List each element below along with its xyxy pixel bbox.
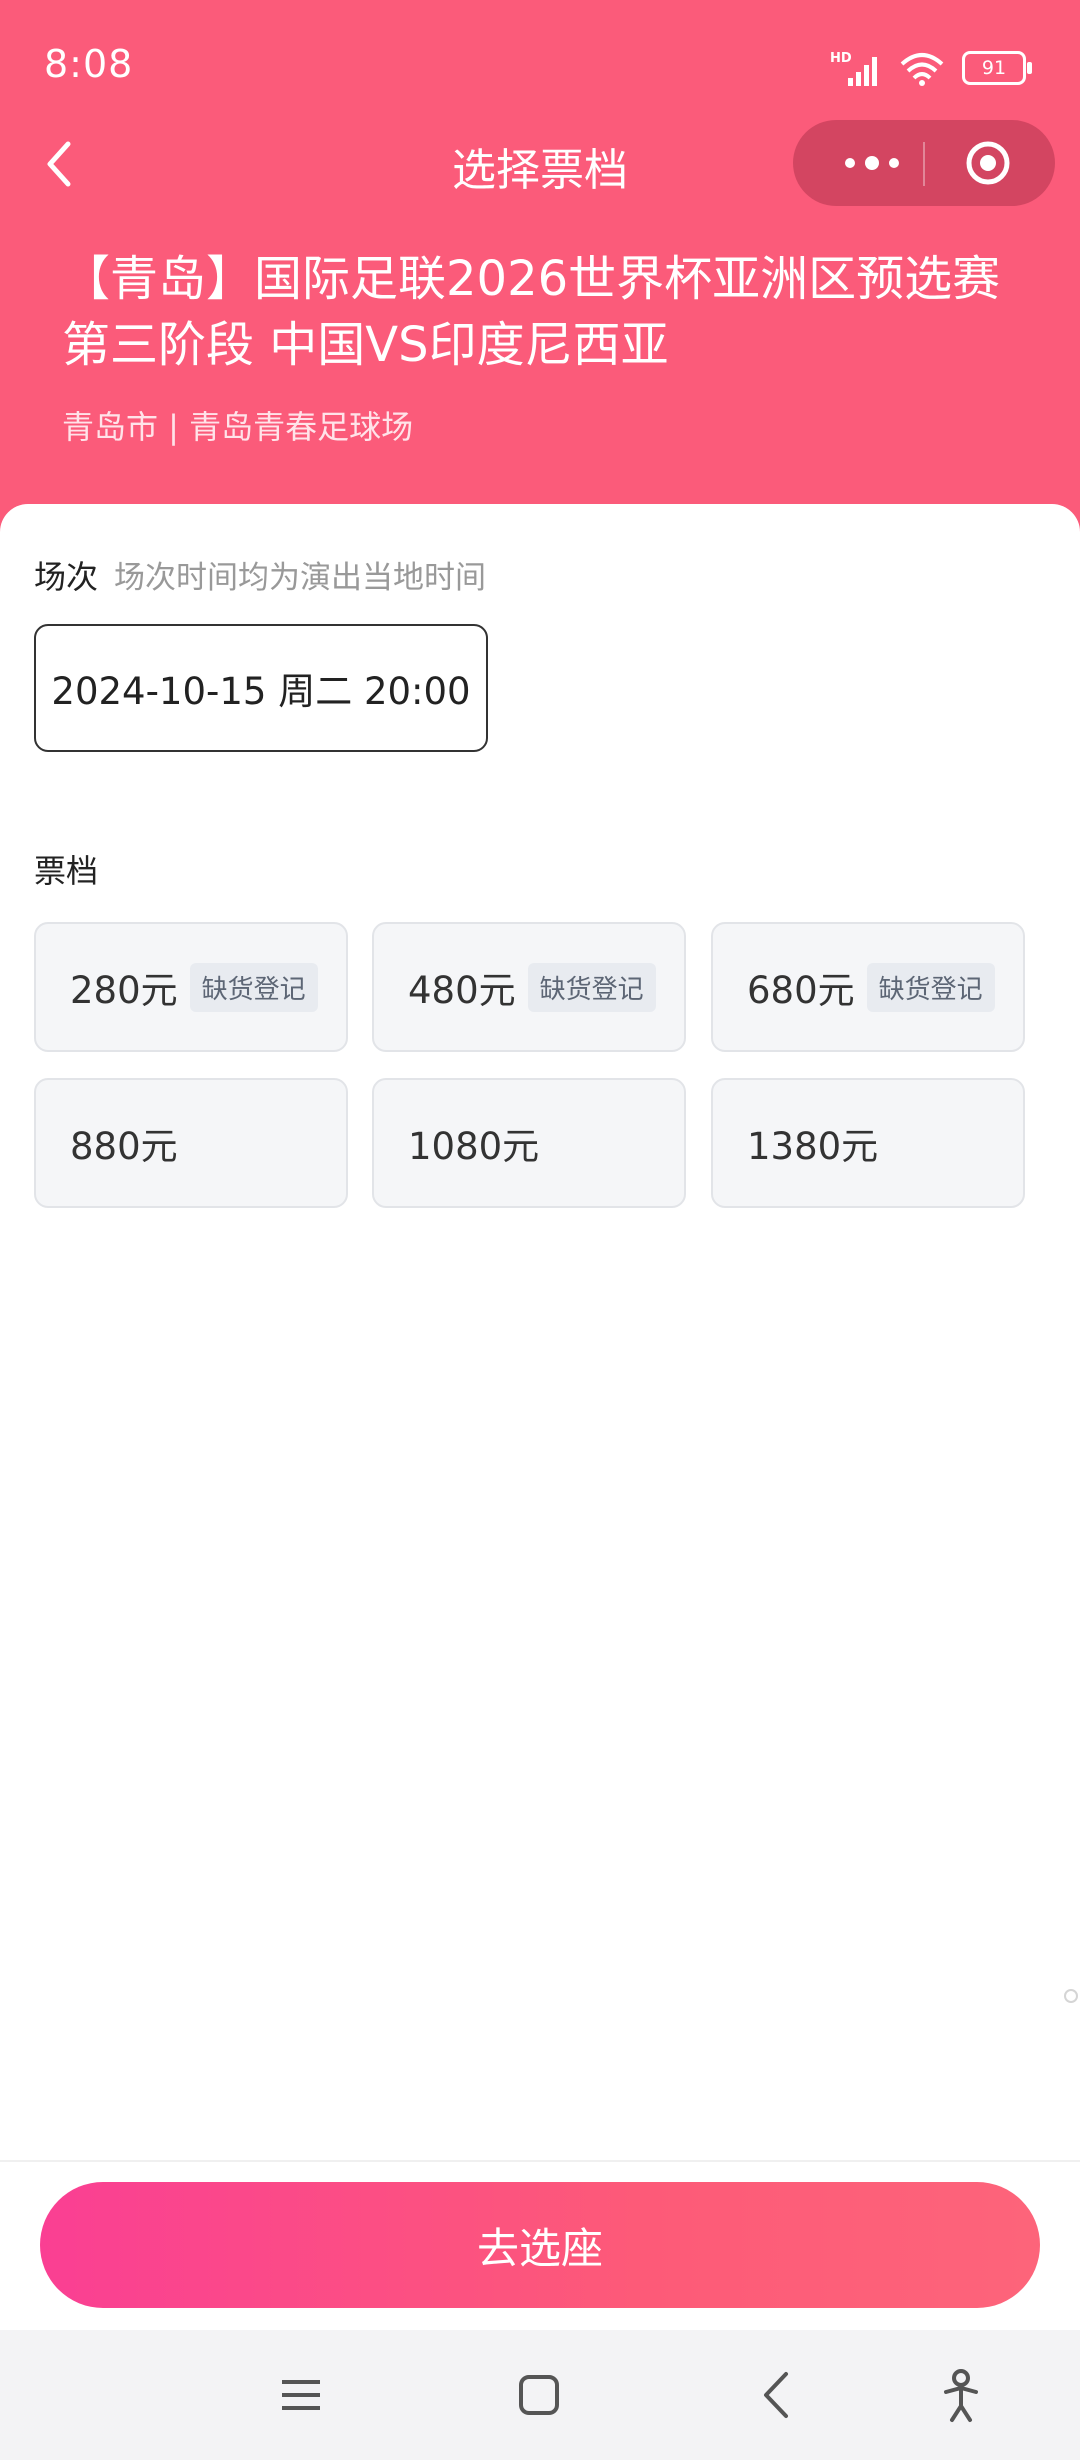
- back-nav-icon[interactable]: [742, 2360, 812, 2430]
- tier-price: 480元: [408, 969, 516, 1012]
- menu-icon[interactable]: [266, 2360, 336, 2430]
- home-icon[interactable]: [504, 2360, 574, 2430]
- tier-price: 880元: [70, 1125, 178, 1168]
- event-title: 【青岛】国际足联2026世界杯亚洲区预选赛第三阶段 中国VS印度尼西亚: [62, 251, 1001, 373]
- select-seat-button[interactable]: 去选座: [40, 2182, 1040, 2308]
- system-nav-bar: [0, 2330, 1080, 2460]
- event-venue: 青岛市 | 青岛青春足球场: [62, 408, 414, 446]
- sold-out-badge: 缺货登记: [866, 962, 995, 1012]
- status-icons: HD 91: [830, 48, 1032, 88]
- tier-price: 1080元: [408, 1125, 540, 1168]
- network-label: HD: [830, 51, 852, 66]
- sold-out-badge: 缺货登记: [527, 962, 656, 1012]
- capsule-divider: [923, 142, 925, 186]
- wifi-icon: [900, 53, 944, 86]
- status-time: 8:08: [44, 42, 134, 86]
- more-icon[interactable]: [827, 120, 917, 206]
- tier-option[interactable]: 280元 缺货登记: [34, 922, 348, 1052]
- signal-icon: HD: [830, 51, 877, 86]
- close-miniprogram-icon[interactable]: [965, 140, 1011, 186]
- accessibility-icon[interactable]: [926, 2360, 996, 2430]
- tier-section-label: 票档: [34, 852, 99, 890]
- scroll-indicator: [1064, 1989, 1078, 2003]
- sold-out-badge: 缺货登记: [189, 962, 318, 1012]
- session-hint: 场次时间均为演出当地时间: [114, 560, 487, 596]
- content-card: [0, 504, 1080, 2164]
- battery-level: 91: [981, 57, 1007, 79]
- session-label: 场次: [34, 558, 99, 596]
- tier-option[interactable]: 880元: [34, 1078, 348, 1208]
- tier-option[interactable]: 480元 缺货登记: [372, 922, 686, 1052]
- tier-option[interactable]: 1080元: [372, 1078, 686, 1208]
- tier-option[interactable]: 680元 缺货登记: [711, 922, 1025, 1052]
- tier-price: 280元: [70, 969, 178, 1012]
- session-option[interactable]: 2024-10-15 周二 20:00: [34, 624, 488, 752]
- session-section-label: 场次 场次时间均为演出当地时间: [34, 552, 486, 598]
- battery-icon: 91: [962, 51, 1032, 85]
- tier-option[interactable]: 1380元: [711, 1078, 1025, 1208]
- tier-price: 1380元: [747, 1125, 879, 1168]
- miniprogram-capsule: [793, 120, 1055, 206]
- tier-price: 680元: [747, 969, 855, 1012]
